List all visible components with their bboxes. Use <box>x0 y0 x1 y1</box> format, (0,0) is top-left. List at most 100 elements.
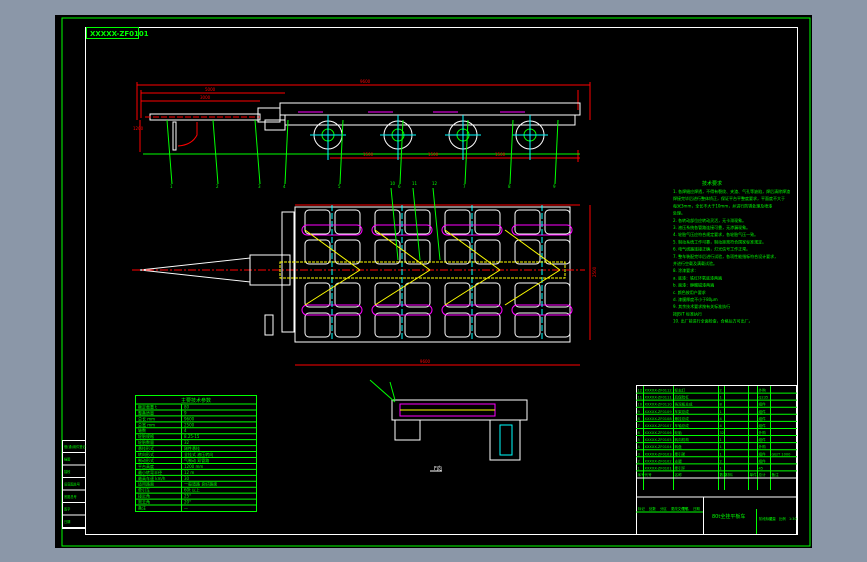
leader-line <box>432 187 441 261</box>
tech-requirement-line: 8. 涂漆要求： <box>673 267 698 273</box>
support-leg <box>172 121 177 151</box>
parts-cell: 1 <box>638 466 640 470</box>
parts-cell: 4 <box>720 424 723 428</box>
parts-cell: 10 <box>638 403 643 407</box>
parts-cell: 支腿 <box>675 458 683 463</box>
parameter-table-title: 主要技术参数 <box>181 397 211 404</box>
title-block-label: 比例 <box>779 516 786 521</box>
strip-label: 描校 <box>64 469 71 474</box>
detail-view-label: F向 <box>434 465 442 472</box>
part-balloon: 12 <box>432 181 438 186</box>
tech-requirement-line: 5. 制动系统工作可靠，制动距离符合国家标准规定。 <box>673 238 766 244</box>
parts-cell: 组件 <box>759 402 767 407</box>
parameter-value: 1200 mm <box>184 464 203 469</box>
parameter-name: 轮胎数量 <box>138 439 154 445</box>
parts-cell: 轮胎 <box>675 430 683 435</box>
side-dimension: 1500 <box>363 152 374 157</box>
parts-cell: XXXXX-ZF0106 <box>645 431 673 435</box>
parts-cell: 牵引环 <box>675 465 686 470</box>
tech-requirement-line: 焊接完毕后进行整体矫正，保证平台平整度要求，平面度不大于 <box>673 195 785 201</box>
tech-requirement-line: a. 底漆：铁红环氧底漆两遍 <box>673 274 722 280</box>
parts-cell: GB/T 1000 <box>772 452 792 456</box>
parts-header: 名称 <box>675 472 683 477</box>
parts-cell: 1 <box>720 410 722 414</box>
part-balloon: 4 <box>283 184 286 189</box>
parts-cell: 45 <box>759 466 764 470</box>
title-block-label: 处数 <box>649 506 656 511</box>
tire <box>544 282 571 308</box>
parameter-value: 9 <box>184 410 187 415</box>
parts-cell: 牵引架 <box>675 451 686 456</box>
top-view: 10 11 12 9600 2500 <box>132 181 597 366</box>
tire <box>404 312 431 338</box>
tire <box>544 312 571 338</box>
parts-cell: 挡泥板总成 <box>675 402 693 407</box>
parameter-value: 9600 <box>184 416 195 421</box>
parameter-name: 额定载重 t <box>138 403 157 409</box>
parts-header: 总计 <box>759 472 767 477</box>
tire <box>514 312 541 338</box>
parts-cell: XXXXX-ZF0111 <box>645 396 672 400</box>
parts-cell: 转盘 <box>675 444 683 449</box>
parts-header: 单件 <box>750 472 758 477</box>
parts-cell: 组件 <box>759 409 767 414</box>
parameter-name: 制动形式 <box>138 457 154 463</box>
title-block-label: 分区 <box>660 506 667 511</box>
tire <box>544 239 571 265</box>
tech-requirement-line: 每米3mm，全长不大于10mm，并进行防锈处理及喷漆 <box>673 202 772 208</box>
parts-cell: 外购 <box>759 388 767 393</box>
parameter-name: 总长 mm <box>138 415 155 421</box>
parameter-name: 悬挂形式 <box>138 445 154 451</box>
part-balloon: 3 <box>258 184 261 189</box>
revision-strip: 借(通)用件登记描图描校旧底图总号底图总号签字日期 <box>62 440 86 529</box>
parts-cell: 组件 <box>759 451 767 456</box>
parameter-name: 总宽 mm <box>138 421 155 427</box>
parts-cell: 外购 <box>759 444 767 449</box>
tire <box>374 209 401 235</box>
tire <box>544 209 571 235</box>
steering-linkage <box>304 269 361 306</box>
tire <box>514 239 541 265</box>
cad-drawing-canvas[interactable]: XXXXX-ZF0101 123456789 9600 5000 3000 1500 1… <box>55 15 812 548</box>
wheel-group <box>298 111 548 160</box>
parameter-name: 牵引车 <box>138 487 150 493</box>
parts-cell: 7 <box>638 424 640 428</box>
tech-requirement-line: 并进行空载及满载试验。 <box>673 260 717 266</box>
parts-cell: XXXXX-ZF0101 <box>645 466 672 470</box>
parts-cell: XXXXX-ZF0112 <box>645 389 672 393</box>
side-dimension: 1200 <box>133 126 144 131</box>
parts-cell: 2 <box>720 389 722 393</box>
top-dimension-length: 9600 <box>420 359 431 364</box>
parameter-value: 气制动 双管路 <box>184 457 209 463</box>
side-dimension-group: 9600 5000 3000 1500 1500 1500 1200 <box>133 79 506 157</box>
parameter-value: 4 <box>184 428 187 433</box>
parameter-value: 60t 以上 <box>184 487 200 493</box>
top-balloon-group: 10 11 12 <box>390 181 441 261</box>
tire <box>334 312 361 338</box>
parts-cell: 标志灯 <box>675 388 686 393</box>
tire <box>374 312 401 338</box>
parts-cell: 6 <box>638 431 641 435</box>
tire <box>304 312 331 338</box>
parameter-name: 离去角 <box>138 499 150 505</box>
tire <box>514 209 541 235</box>
top-dimension-width: 2500 <box>592 266 597 277</box>
steering-linkage <box>444 269 501 306</box>
parameter-name: 备注 <box>138 505 146 511</box>
part-balloon: 11 <box>412 181 418 186</box>
tech-requirement-line: 9. 其余技术要求按有关标准执行 <box>673 303 730 309</box>
parts-cell: 4 <box>638 445 641 449</box>
tech-requirement-line: 2. 各转动部位应转动灵活，无卡滞现象。 <box>673 217 746 223</box>
tire <box>444 239 471 265</box>
parameter-name: 最小转弯半径 <box>138 469 162 475</box>
title-block-label: 重量 <box>769 516 776 521</box>
leader-line <box>509 119 514 185</box>
parts-cell: 8 <box>638 417 641 421</box>
tech-requirements-title: 技术要求 <box>702 180 722 187</box>
side-dimension: 5000 <box>205 87 216 92</box>
parameter-value: 25° <box>184 494 191 499</box>
parts-cell: XXXXX-ZF0104 <box>645 445 673 449</box>
part-balloon: 2 <box>216 184 219 189</box>
parts-header: 备注 <box>772 472 780 477</box>
parts-cell: 组件 <box>759 437 767 442</box>
